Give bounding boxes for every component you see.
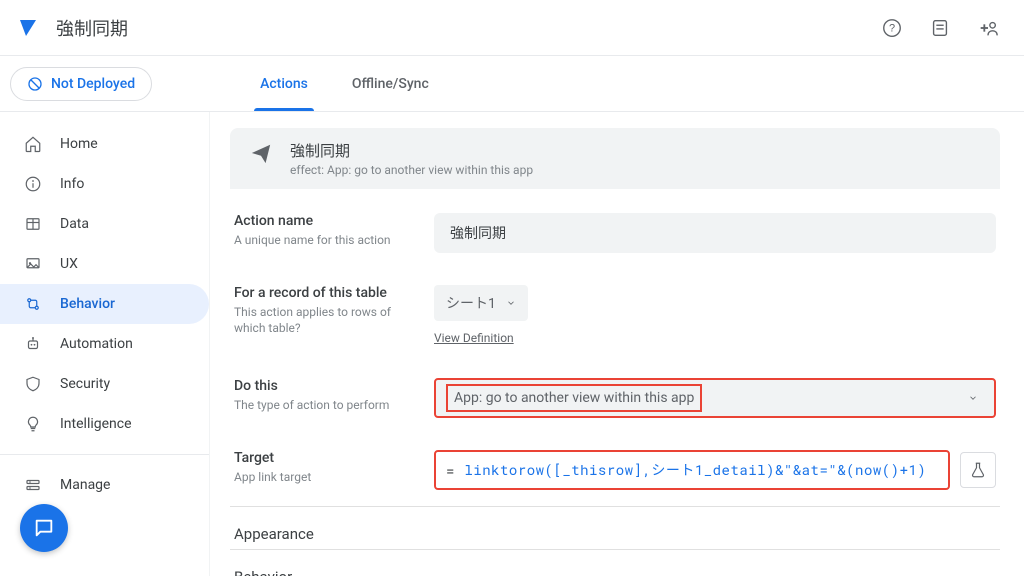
manage-icon	[24, 476, 42, 494]
feedback-fab[interactable]	[20, 504, 68, 552]
bulb-icon	[24, 415, 42, 433]
label-for-table: For a record of this table	[234, 285, 422, 301]
chevron-down-icon	[506, 298, 516, 308]
tab-offline-sync[interactable]: Offline/Sync	[348, 56, 433, 111]
sidebar-item-home[interactable]: Home	[0, 124, 209, 164]
action-name-input[interactable]: 強制同期	[434, 213, 996, 253]
desc-target: App link target	[234, 470, 422, 486]
sidebar-item-manage[interactable]: Manage	[0, 465, 209, 505]
appsheet-logo	[16, 16, 40, 40]
shield-icon	[24, 375, 42, 393]
home-icon	[24, 135, 42, 153]
action-subtitle: effect: App: go to another view within t…	[290, 163, 533, 177]
ux-icon	[24, 255, 42, 273]
sidebar-item-label: Manage	[60, 477, 110, 493]
sidebar-item-label: Info	[60, 176, 84, 192]
sidebar-item-automation[interactable]: Automation	[0, 324, 209, 364]
sidebar-item-info[interactable]: Info	[0, 164, 209, 204]
sidebar-item-label: Intelligence	[60, 416, 132, 432]
sidebar-item-intelligence[interactable]: Intelligence	[0, 404, 209, 444]
label-do-this: Do this	[234, 378, 422, 394]
expression-text: linktorow([_thisrow],シート1_detail)&"&at="…	[464, 460, 926, 480]
page-title: 強制同期	[56, 15, 128, 41]
deploy-status-label: Not Deployed	[51, 76, 135, 92]
data-icon	[24, 215, 42, 233]
section-appearance[interactable]: Appearance	[230, 506, 1000, 549]
action-title: 強制同期	[290, 140, 533, 161]
sidebar-item-behavior[interactable]: Behavior	[0, 284, 209, 324]
equals-sign: =	[446, 461, 454, 480]
sidebar-item-label: Automation	[60, 336, 133, 352]
view-definition-link[interactable]: View Definition	[434, 331, 514, 345]
label-action-name: Action name	[234, 213, 422, 229]
desc-do-this: The type of action to perform	[234, 398, 422, 414]
preview-icon[interactable]	[920, 8, 960, 48]
sidebar-item-label: UX	[60, 256, 78, 272]
sidebar-divider	[0, 454, 209, 455]
not-deployed-icon	[27, 76, 43, 92]
sidebar-item-ux[interactable]: UX	[0, 244, 209, 284]
sidebar-item-label: Behavior	[60, 296, 115, 312]
table-dropdown[interactable]: シート1	[434, 285, 528, 321]
desc-for-table: This action applies to rows of which tab…	[234, 305, 422, 336]
do-this-dropdown[interactable]: App: go to another view within this app	[434, 378, 996, 418]
behavior-icon	[24, 295, 42, 313]
sidebar-item-data[interactable]: Data	[0, 204, 209, 244]
test-expression-button[interactable]	[960, 452, 996, 488]
main-panel: 強制同期 effect: App: go to another view wit…	[210, 112, 1024, 576]
flask-icon	[969, 461, 987, 479]
info-icon	[24, 175, 42, 193]
tab-actions[interactable]: Actions	[256, 56, 312, 111]
section-behavior[interactable]: Behavior	[230, 549, 1000, 576]
sidebar-item-label: Home	[60, 136, 98, 152]
sidebar-item-security[interactable]: Security	[0, 364, 209, 404]
chevron-down-icon	[968, 393, 978, 403]
deploy-status-chip[interactable]: Not Deployed	[10, 67, 152, 101]
help-icon[interactable]: ?	[872, 8, 912, 48]
sidebar-item-label: Security	[60, 376, 110, 392]
desc-action-name: A unique name for this action	[234, 233, 422, 249]
chat-icon	[33, 517, 55, 539]
target-expression-input[interactable]: = linktorow([_thisrow],シート1_detail)&"&at…	[434, 450, 950, 490]
svg-text:?: ?	[889, 22, 895, 34]
automation-icon	[24, 335, 42, 353]
add-user-icon[interactable]	[968, 8, 1008, 48]
action-type-icon	[250, 142, 272, 164]
action-header: 強制同期 effect: App: go to another view wit…	[230, 128, 1000, 189]
sidebar-item-label: Data	[60, 216, 89, 232]
label-target: Target	[234, 450, 422, 466]
